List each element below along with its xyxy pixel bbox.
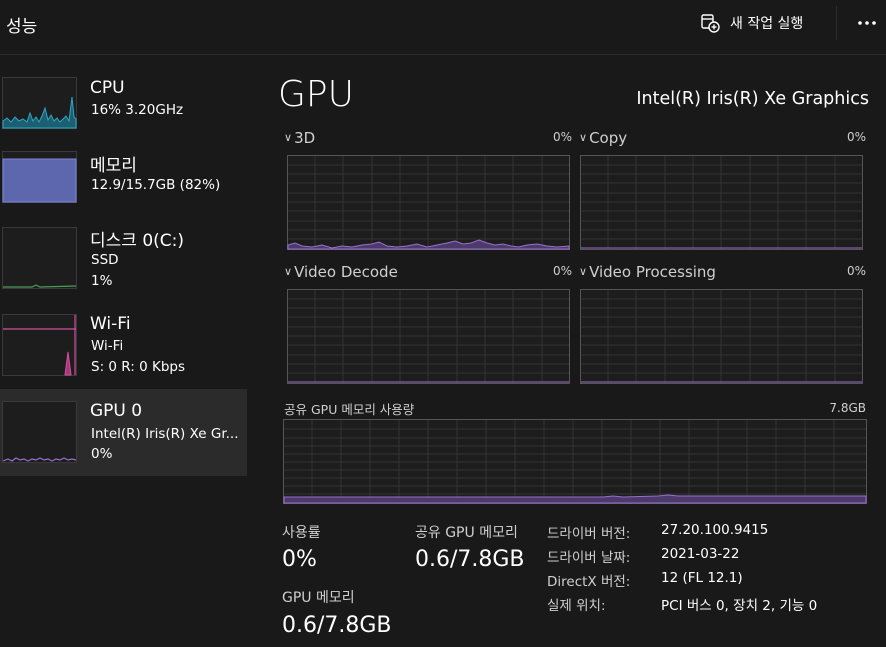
graph-3d-percent: 0%: [552, 130, 572, 144]
shared-gpu-memory-label: 공유 GPU 메모리: [415, 525, 518, 541]
sidebar-item-usage: 1%: [91, 273, 113, 289]
chevron-down-icon: ∨: [284, 265, 293, 278]
run-task-icon: [700, 13, 720, 33]
sidebar-item-disk[interactable]: 디스크 0(C:) SSD 1%: [0, 214, 247, 300]
graph-video-decode-percent: 0%: [552, 264, 572, 278]
shared-memory-graph-max: 7.8GB: [829, 401, 866, 415]
driver-date-value: 2021-03-22: [661, 546, 740, 562]
utilization-label: 사용률: [282, 525, 321, 541]
physical-location-label: 실제 위치:: [547, 598, 606, 614]
sidebar-item-label: 메모리: [90, 156, 137, 176]
run-new-task-button[interactable]: 새 작업 실행: [700, 10, 803, 36]
toolbar-divider: [836, 6, 837, 40]
cpu-graph-thumbnail: [2, 77, 77, 129]
shared-memory-graph: [283, 419, 867, 508]
memory-graph-thumbnail: [2, 151, 77, 203]
directx-version-label: DirectX 버전:: [547, 574, 631, 590]
graph-video-processing-dropdown[interactable]: ∨ Video Processing: [579, 263, 716, 281]
sidebar-item-label: GPU 0: [90, 401, 143, 421]
sidebar-item-detail: Intel(R) Iris(R) Xe Gr...: [91, 426, 239, 442]
sidebar-item-label: 디스크 0(C:): [90, 231, 185, 251]
run-new-task-label: 새 작업 실행: [730, 16, 804, 32]
sidebar-item-wifi[interactable]: Wi-Fi Wi-Fi S: 0 R: 0 Kbps: [0, 302, 247, 388]
gpu-memory-label: GPU 메모리: [282, 590, 355, 606]
graph-video-processing-label: Video Processing: [589, 263, 716, 281]
disk-graph-thumbnail: [2, 227, 77, 289]
graph-video-decode-dropdown[interactable]: ∨ Video Decode: [284, 263, 398, 281]
sidebar-item-label: CPU: [90, 78, 125, 98]
chevron-down-icon: ∨: [579, 265, 588, 278]
graph-video-processing: [580, 289, 863, 388]
gpu-adapter-name: Intel(R) Iris(R) Xe Graphics: [636, 89, 869, 109]
gpu-graph-thumbnail: [2, 401, 77, 463]
shared-gpu-memory-value: 0.6/7.8GB: [415, 547, 525, 572]
sidebar-item-gpu[interactable]: GPU 0 Intel(R) Iris(R) Xe Gr... 0%: [0, 389, 247, 476]
graph-video-decode: [287, 289, 570, 388]
more-icon[interactable]: [855, 12, 879, 34]
sidebar-item-label: Wi-Fi: [90, 314, 131, 334]
sidebar-item-usage: 0%: [91, 446, 113, 462]
driver-date-label: 드라이버 날짜:: [547, 550, 631, 566]
sidebar-item-memory[interactable]: 메모리 12.9/15.7GB (82%): [0, 138, 247, 224]
utilization-value: 0%: [282, 547, 317, 572]
graph-copy-percent: 0%: [846, 130, 866, 144]
graph-3d-label: 3D: [294, 129, 316, 147]
title-bar: 성능 새 작업 실행: [0, 0, 886, 46]
sidebar-item-detail: 12.9/15.7GB (82%): [91, 177, 221, 193]
sidebar-item-detail: Wi-Fi: [91, 338, 124, 354]
gpu-title: GPU: [278, 74, 354, 115]
chevron-down-icon: ∨: [579, 131, 588, 144]
header-divider: [0, 54, 886, 55]
physical-location-value: PCI 버스 0, 장치 2, 기능 0: [661, 598, 818, 614]
gpu-memory-value: 0.6/7.8GB: [282, 613, 392, 638]
graph-copy-dropdown[interactable]: ∨ Copy: [579, 129, 627, 147]
sidebar-item-throughput: S: 0 R: 0 Kbps: [91, 359, 185, 375]
driver-version-value: 27.20.100.9415: [661, 522, 769, 538]
graph-video-decode-label: Video Decode: [294, 263, 398, 281]
page-title: 성능: [6, 17, 38, 37]
directx-version-value: 12 (FL 12.1): [661, 570, 743, 586]
graph-video-processing-percent: 0%: [846, 264, 866, 278]
sidebar-item-detail: 16% 3.20GHz: [91, 102, 184, 118]
chevron-down-icon: ∨: [284, 131, 293, 144]
graph-3d-dropdown[interactable]: ∨ 3D: [284, 129, 315, 147]
shared-memory-graph-label: 공유 GPU 메모리 사용량: [284, 402, 415, 417]
driver-version-label: 드라이버 버전:: [547, 526, 631, 542]
graph-copy-label: Copy: [589, 129, 628, 147]
graph-3d: [287, 155, 570, 254]
graph-copy: [580, 155, 863, 254]
sidebar-item-detail: SSD: [91, 252, 119, 268]
wifi-graph-thumbnail: [2, 314, 77, 376]
